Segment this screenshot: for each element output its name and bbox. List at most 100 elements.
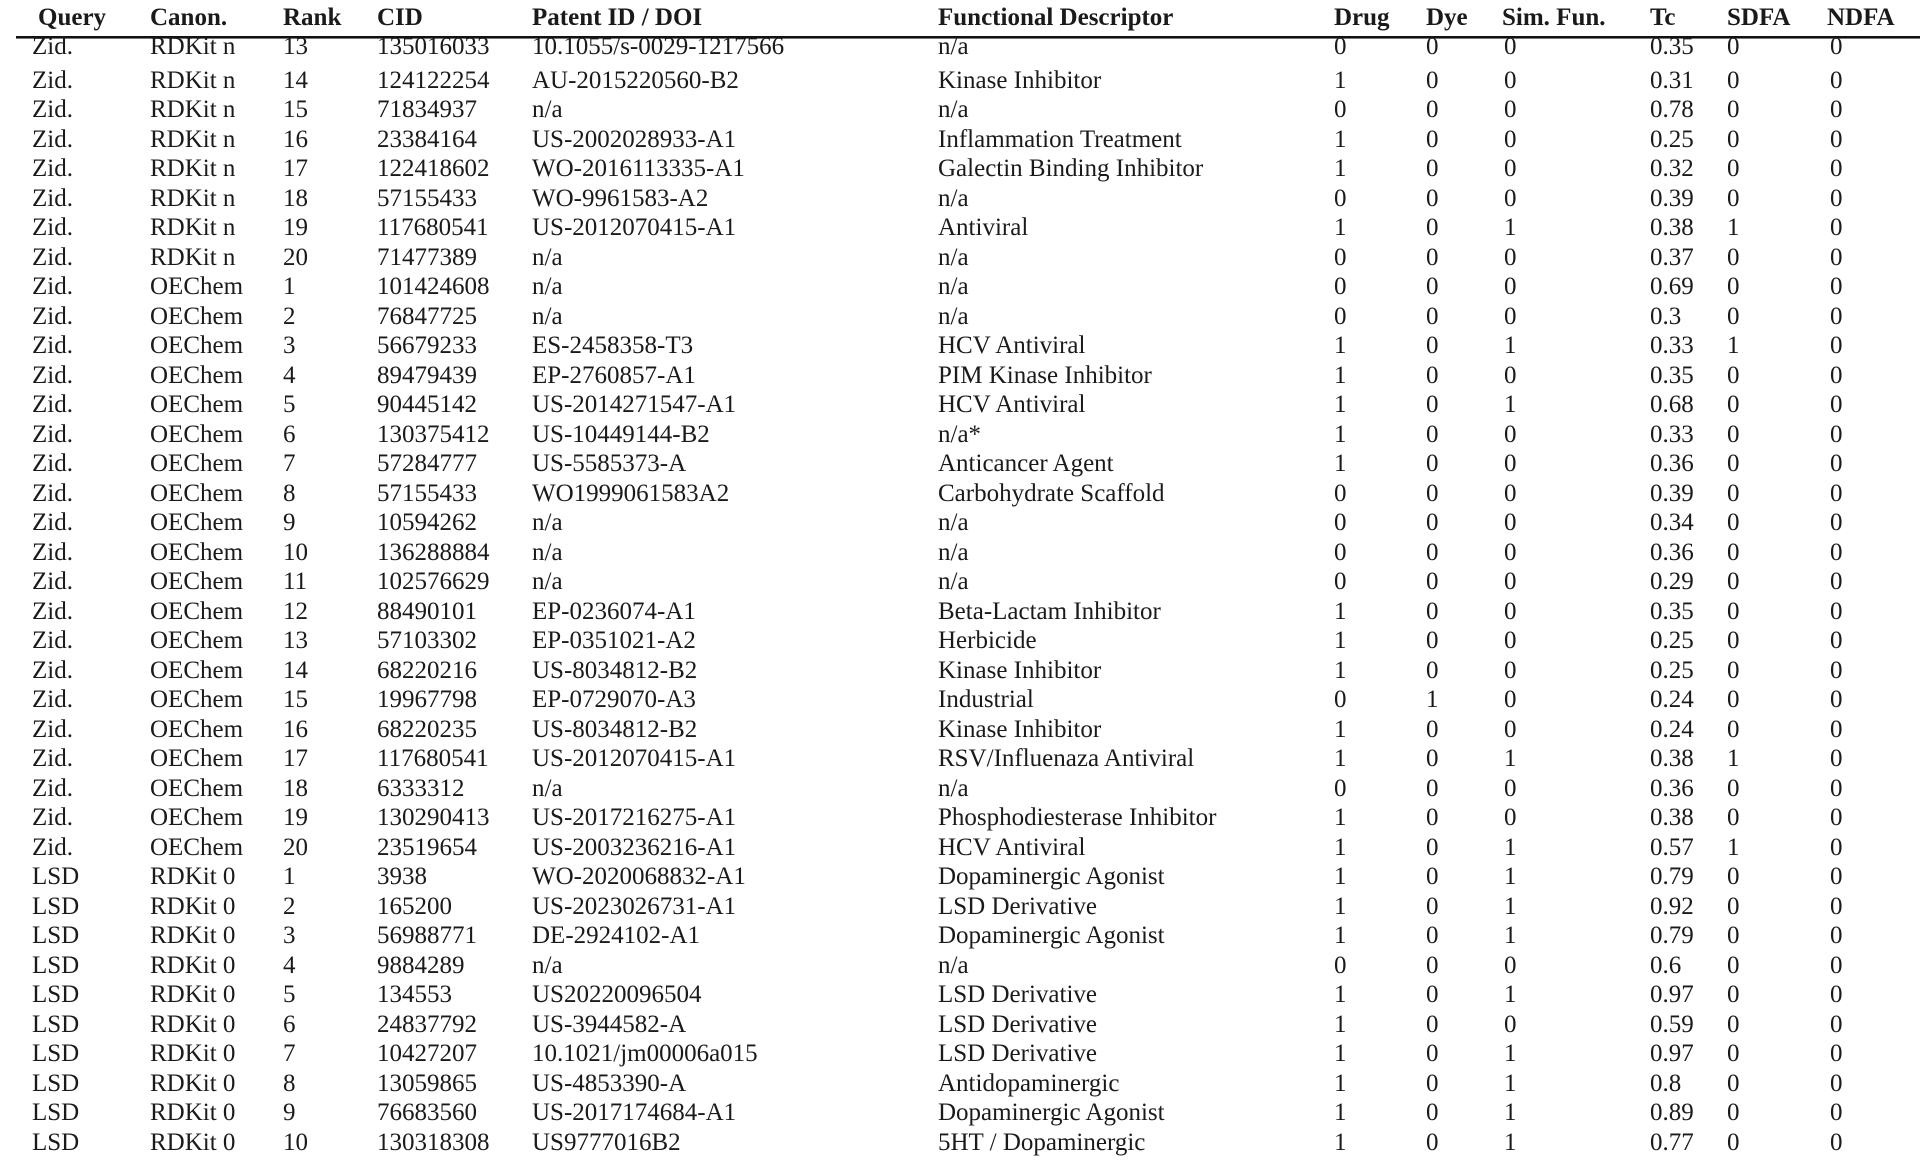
cell-sdfa: 0 <box>1727 125 1740 153</box>
cell-dye: 0 <box>1426 1040 1439 1067</box>
cell-drug: 1 <box>1334 1099 1347 1126</box>
cell-patent-id: US-8034812-B2 <box>532 715 698 743</box>
cell-dye: 0 <box>1426 656 1439 684</box>
cell-canon: RDKit 0 <box>150 1040 236 1067</box>
cell-tc: 0.39 <box>1650 479 1694 507</box>
cell-sdfa: 0 <box>1727 774 1740 802</box>
cell-tc: 0.6 <box>1650 951 1682 979</box>
cell-drug: 0 <box>1334 479 1347 507</box>
cell-query: Zid. <box>32 686 73 713</box>
cell-functional-descriptor: n/a <box>938 538 969 566</box>
cell-sdfa: 0 <box>1727 715 1740 743</box>
cell-cid: 122418602 <box>377 155 490 182</box>
cell-rank: 9 <box>283 1099 296 1126</box>
cell-functional-descriptor: Kinase Inhibitor <box>938 656 1102 684</box>
table-row: LSD RDKit 0 6 24837792 US-3944582-A LSD Deriv… <box>0 1010 1920 1040</box>
cell-functional-descriptor: Anticancer Agent <box>938 450 1114 477</box>
cell-drug: 0 <box>1334 243 1347 271</box>
cell-sdfa: 0 <box>1727 804 1740 831</box>
cell-sdfa: 0 <box>1727 686 1740 713</box>
table-row: Zid. OEChem 6 130375412 US-10449144-B2 n/a* 1 0… <box>0 420 1920 450</box>
table-row: Zid. OEChem 1 101424608 n/a n/a 0 0 0 0.69 0 0 <box>0 272 1920 302</box>
cell-sim-fun: 0 <box>1504 597 1517 625</box>
cell-tc: 0.78 <box>1650 96 1694 123</box>
cell-ndfa: 0 <box>1830 627 1843 654</box>
cell-query: Zid. <box>32 155 73 182</box>
cell-rank: 2 <box>283 892 296 920</box>
cell-drug: 1 <box>1334 922 1347 949</box>
cell-dye: 0 <box>1426 33 1439 60</box>
cell-dye: 0 <box>1426 155 1439 182</box>
cell-patent-id: EP-0236074-A1 <box>532 597 696 625</box>
cell-patent-id: n/a <box>532 96 563 123</box>
cell-functional-descriptor: LSD Derivative <box>938 981 1097 1008</box>
cell-dye: 0 <box>1426 243 1439 271</box>
cell-rank: 14 <box>283 656 308 684</box>
table-row: Zid. RDKit n 14 124122254 AU-2015220560-B2 Ki… <box>0 66 1920 96</box>
cell-drug: 1 <box>1334 804 1347 831</box>
cell-rank: 1 <box>283 273 296 300</box>
cell-cid: 68220235 <box>377 715 477 743</box>
cell-cid: 23519654 <box>377 833 477 861</box>
cell-dye: 0 <box>1426 479 1439 507</box>
cell-tc: 0.3 <box>1650 302 1682 330</box>
cell-ndfa: 0 <box>1830 391 1843 418</box>
cell-drug: 1 <box>1334 420 1347 448</box>
cell-dye: 1 <box>1426 686 1439 713</box>
cell-drug: 1 <box>1334 155 1347 182</box>
cell-sim-fun: 0 <box>1504 273 1517 300</box>
cell-tc: 0.35 <box>1650 597 1694 625</box>
cell-drug: 0 <box>1334 568 1347 595</box>
cell-dye: 0 <box>1426 1128 1439 1156</box>
cell-query: Zid. <box>32 597 73 625</box>
cell-patent-id: US-2012070415-A1 <box>532 745 737 772</box>
cell-canon: OEChem <box>150 715 244 743</box>
cell-rank: 10 <box>283 1128 308 1156</box>
cell-cid: 10594262 <box>377 509 477 536</box>
cell-ndfa: 0 <box>1830 833 1843 861</box>
cell-tc: 0.29 <box>1650 568 1694 595</box>
cell-cid: 57155433 <box>377 479 477 507</box>
cell-query: Zid. <box>32 627 73 654</box>
cell-rank: 4 <box>283 951 296 979</box>
cell-drug: 0 <box>1334 96 1347 123</box>
cell-ndfa: 0 <box>1830 1099 1843 1126</box>
cell-drug: 0 <box>1334 302 1347 330</box>
header-rank: Rank <box>283 4 342 31</box>
cell-dye: 0 <box>1426 804 1439 831</box>
cell-patent-id: 10.1055/s-0029-1217566 <box>532 33 785 60</box>
cell-cid: 13059865 <box>377 1069 477 1097</box>
cell-query: Zid. <box>32 361 73 389</box>
cell-functional-descriptor: n/a <box>938 96 969 123</box>
cell-rank: 18 <box>283 184 308 212</box>
cell-sdfa: 0 <box>1727 951 1740 979</box>
cell-patent-id: EP-0351021-A2 <box>532 627 696 654</box>
cell-sdfa: 1 <box>1727 214 1740 241</box>
cell-sdfa: 1 <box>1727 332 1740 359</box>
cell-drug: 0 <box>1334 774 1347 802</box>
cell-tc: 0.25 <box>1650 656 1694 684</box>
cell-patent-id: n/a <box>532 951 563 979</box>
cell-sim-fun: 1 <box>1504 922 1517 949</box>
cell-sdfa: 0 <box>1727 1128 1740 1156</box>
cell-ndfa: 0 <box>1830 1040 1843 1067</box>
cell-tc: 0.38 <box>1650 745 1694 772</box>
cell-rank: 17 <box>283 155 308 182</box>
cell-rank: 18 <box>283 774 308 802</box>
cell-sdfa: 0 <box>1727 243 1740 271</box>
cell-query: Zid. <box>32 96 73 123</box>
cell-sim-fun: 1 <box>1504 745 1517 772</box>
table-row: Zid. RDKit n 20 71477389 n/a n/a 0 0 0 0.37 0 0 <box>0 243 1920 273</box>
table-row: Zid. OEChem 14 68220216 US-8034812-B2 Kinase … <box>0 656 1920 686</box>
cell-sim-fun: 0 <box>1504 155 1517 182</box>
table-row: Zid. OEChem 20 23519654 US-2003236216-A1 HCV … <box>0 833 1920 863</box>
cell-patent-id: US-2017216275-A1 <box>532 804 737 831</box>
cell-ndfa: 0 <box>1830 745 1843 772</box>
cell-patent-id: US-2002028933-A1 <box>532 125 737 153</box>
cell-tc: 0.79 <box>1650 922 1694 949</box>
cell-cid: 23384164 <box>377 125 477 153</box>
cell-functional-descriptor: n/a <box>938 243 969 271</box>
cell-dye: 0 <box>1426 66 1439 94</box>
cell-tc: 0.89 <box>1650 1099 1694 1126</box>
cell-rank: 4 <box>283 361 296 389</box>
